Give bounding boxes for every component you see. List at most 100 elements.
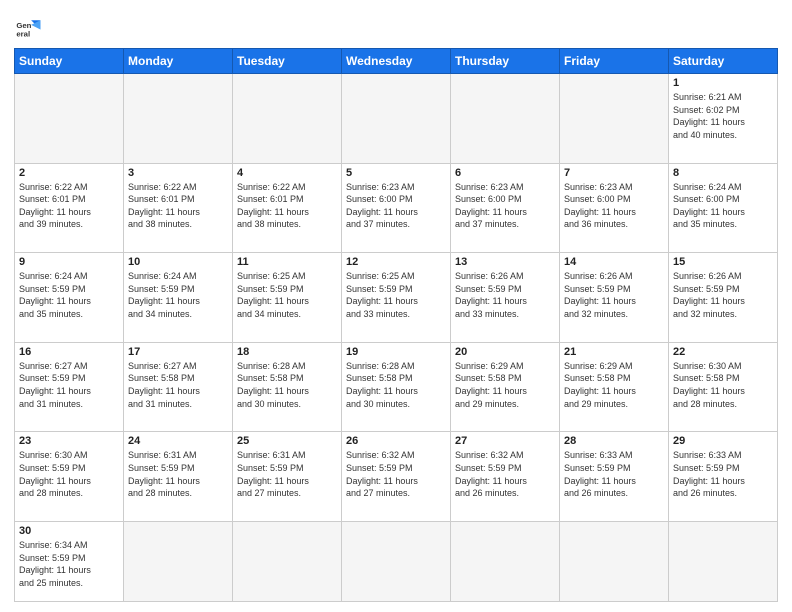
generalblue-logo-icon: Gen eral xyxy=(14,14,42,42)
calendar-cell: 8 Sunrise: 6:24 AM Sunset: 6:00 PM Daylig… xyxy=(669,163,778,253)
calendar-cell xyxy=(669,522,778,602)
day-number: 24 xyxy=(128,435,228,447)
day-info: Sunrise: 6:23 AM Sunset: 6:00 PM Dayligh… xyxy=(346,181,446,231)
calendar-cell xyxy=(233,74,342,164)
day-number: 21 xyxy=(564,346,664,358)
day-info: Sunrise: 6:23 AM Sunset: 6:00 PM Dayligh… xyxy=(564,181,664,231)
calendar-cell: 11 Sunrise: 6:25 AM Sunset: 5:59 PM Dayli… xyxy=(233,253,342,343)
day-number: 11 xyxy=(237,256,337,268)
day-number: 12 xyxy=(346,256,446,268)
calendar-cell: 22Sunrise: 6:30 AM Sunset: 5:58 PM Dayli… xyxy=(669,342,778,432)
day-number: 6 xyxy=(455,167,555,179)
day-number: 19 xyxy=(346,346,446,358)
calendar-week-row: 16Sunrise: 6:27 AM Sunset: 5:59 PM Dayli… xyxy=(15,342,778,432)
day-number: 15 xyxy=(673,256,773,268)
day-info: Sunrise: 6:31 AM Sunset: 5:59 PM Dayligh… xyxy=(237,449,337,499)
calendar-table: SundayMondayTuesdayWednesdayThursdayFrid… xyxy=(14,48,778,602)
calendar-cell: 27 Sunrise: 6:32 AM Sunset: 5:59 PM Dayli… xyxy=(451,432,560,522)
weekday-header-thursday: Thursday xyxy=(451,49,560,74)
day-number: 25 xyxy=(237,435,337,447)
calendar-cell: 10 Sunrise: 6:24 AM Sunset: 5:59 PM Dayli… xyxy=(124,253,233,343)
calendar-cell: 24 Sunrise: 6:31 AM Sunset: 5:59 PM Dayli… xyxy=(124,432,233,522)
calendar-cell: 23Sunrise: 6:30 AM Sunset: 5:59 PM Dayli… xyxy=(15,432,124,522)
calendar-cell: 1 Sunrise: 6:21 AM Sunset: 6:02 PM Daylig… xyxy=(669,74,778,164)
day-info: Sunrise: 6:24 AM Sunset: 5:59 PM Dayligh… xyxy=(128,270,228,320)
day-number: 16 xyxy=(19,346,119,358)
calendar-cell: 16Sunrise: 6:27 AM Sunset: 5:59 PM Dayli… xyxy=(15,342,124,432)
calendar-cell: 21 Sunrise: 6:29 AM Sunset: 5:58 PM Dayli… xyxy=(560,342,669,432)
calendar-cell: 29 Sunrise: 6:33 AM Sunset: 5:59 PM Dayli… xyxy=(669,432,778,522)
calendar-cell xyxy=(233,522,342,602)
calendar-cell xyxy=(451,522,560,602)
day-info: Sunrise: 6:27 AM Sunset: 5:58 PM Dayligh… xyxy=(128,360,228,410)
day-info: Sunrise: 6:32 AM Sunset: 5:59 PM Dayligh… xyxy=(455,449,555,499)
calendar-cell: 2Sunrise: 6:22 AM Sunset: 6:01 PM Daylig… xyxy=(15,163,124,253)
day-info: Sunrise: 6:22 AM Sunset: 6:01 PM Dayligh… xyxy=(237,181,337,231)
day-number: 5 xyxy=(346,167,446,179)
day-number: 4 xyxy=(237,167,337,179)
day-info: Sunrise: 6:34 AM Sunset: 5:59 PM Dayligh… xyxy=(19,539,119,589)
day-number: 9 xyxy=(19,256,119,268)
day-number: 8 xyxy=(673,167,773,179)
day-number: 10 xyxy=(128,256,228,268)
day-number: 23 xyxy=(19,435,119,447)
day-number: 1 xyxy=(673,77,773,89)
weekday-header-row: SundayMondayTuesdayWednesdayThursdayFrid… xyxy=(15,49,778,74)
calendar-cell: 6 Sunrise: 6:23 AM Sunset: 6:00 PM Daylig… xyxy=(451,163,560,253)
calendar-cell: 12 Sunrise: 6:25 AM Sunset: 5:59 PM Dayli… xyxy=(342,253,451,343)
calendar-cell xyxy=(560,74,669,164)
day-number: 17 xyxy=(128,346,228,358)
day-info: Sunrise: 6:32 AM Sunset: 5:59 PM Dayligh… xyxy=(346,449,446,499)
day-info: Sunrise: 6:26 AM Sunset: 5:59 PM Dayligh… xyxy=(455,270,555,320)
calendar-cell xyxy=(342,522,451,602)
day-number: 28 xyxy=(564,435,664,447)
day-number: 18 xyxy=(237,346,337,358)
day-info: Sunrise: 6:28 AM Sunset: 5:58 PM Dayligh… xyxy=(237,360,337,410)
calendar-cell xyxy=(451,74,560,164)
calendar-cell: 20 Sunrise: 6:29 AM Sunset: 5:58 PM Dayli… xyxy=(451,342,560,432)
weekday-header-wednesday: Wednesday xyxy=(342,49,451,74)
day-info: Sunrise: 6:24 AM Sunset: 5:59 PM Dayligh… xyxy=(19,270,119,320)
weekday-header-sunday: Sunday xyxy=(15,49,124,74)
day-info: Sunrise: 6:22 AM Sunset: 6:01 PM Dayligh… xyxy=(128,181,228,231)
header: Gen eral xyxy=(14,10,778,42)
calendar-cell: 13Sunrise: 6:26 AM Sunset: 5:59 PM Dayli… xyxy=(451,253,560,343)
calendar-cell xyxy=(124,74,233,164)
day-info: Sunrise: 6:25 AM Sunset: 5:59 PM Dayligh… xyxy=(346,270,446,320)
day-number: 20 xyxy=(455,346,555,358)
calendar-cell: 7 Sunrise: 6:23 AM Sunset: 6:00 PM Daylig… xyxy=(560,163,669,253)
day-number: 3 xyxy=(128,167,228,179)
svg-text:eral: eral xyxy=(16,30,30,39)
day-number: 14 xyxy=(564,256,664,268)
day-info: Sunrise: 6:33 AM Sunset: 5:59 PM Dayligh… xyxy=(673,449,773,499)
calendar-cell: 5 Sunrise: 6:23 AM Sunset: 6:00 PM Daylig… xyxy=(342,163,451,253)
day-number: 22 xyxy=(673,346,773,358)
logo: Gen eral xyxy=(14,14,46,42)
calendar-cell: 9 Sunrise: 6:24 AM Sunset: 5:59 PM Daylig… xyxy=(15,253,124,343)
day-info: Sunrise: 6:29 AM Sunset: 5:58 PM Dayligh… xyxy=(455,360,555,410)
weekday-header-friday: Friday xyxy=(560,49,669,74)
day-number: 30 xyxy=(19,525,119,537)
calendar-cell: 26Sunrise: 6:32 AM Sunset: 5:59 PM Dayli… xyxy=(342,432,451,522)
day-info: Sunrise: 6:22 AM Sunset: 6:01 PM Dayligh… xyxy=(19,181,119,231)
calendar-week-row: 1 Sunrise: 6:21 AM Sunset: 6:02 PM Daylig… xyxy=(15,74,778,164)
day-info: Sunrise: 6:24 AM Sunset: 6:00 PM Dayligh… xyxy=(673,181,773,231)
calendar-cell: 25 Sunrise: 6:31 AM Sunset: 5:59 PM Dayli… xyxy=(233,432,342,522)
calendar-week-row: 30 Sunrise: 6:34 AM Sunset: 5:59 PM Dayli… xyxy=(15,522,778,602)
day-info: Sunrise: 6:23 AM Sunset: 6:00 PM Dayligh… xyxy=(455,181,555,231)
day-number: 7 xyxy=(564,167,664,179)
weekday-header-saturday: Saturday xyxy=(669,49,778,74)
calendar-week-row: 2Sunrise: 6:22 AM Sunset: 6:01 PM Daylig… xyxy=(15,163,778,253)
calendar-cell: 3 Sunrise: 6:22 AM Sunset: 6:01 PM Daylig… xyxy=(124,163,233,253)
day-info: Sunrise: 6:21 AM Sunset: 6:02 PM Dayligh… xyxy=(673,91,773,141)
day-info: Sunrise: 6:31 AM Sunset: 5:59 PM Dayligh… xyxy=(128,449,228,499)
weekday-header-tuesday: Tuesday xyxy=(233,49,342,74)
day-number: 27 xyxy=(455,435,555,447)
day-number: 29 xyxy=(673,435,773,447)
day-info: Sunrise: 6:26 AM Sunset: 5:59 PM Dayligh… xyxy=(564,270,664,320)
day-info: Sunrise: 6:28 AM Sunset: 5:58 PM Dayligh… xyxy=(346,360,446,410)
calendar-cell: 28Sunrise: 6:33 AM Sunset: 5:59 PM Dayli… xyxy=(560,432,669,522)
day-info: Sunrise: 6:29 AM Sunset: 5:58 PM Dayligh… xyxy=(564,360,664,410)
day-info: Sunrise: 6:25 AM Sunset: 5:59 PM Dayligh… xyxy=(237,270,337,320)
calendar-cell: 15Sunrise: 6:26 AM Sunset: 5:59 PM Dayli… xyxy=(669,253,778,343)
